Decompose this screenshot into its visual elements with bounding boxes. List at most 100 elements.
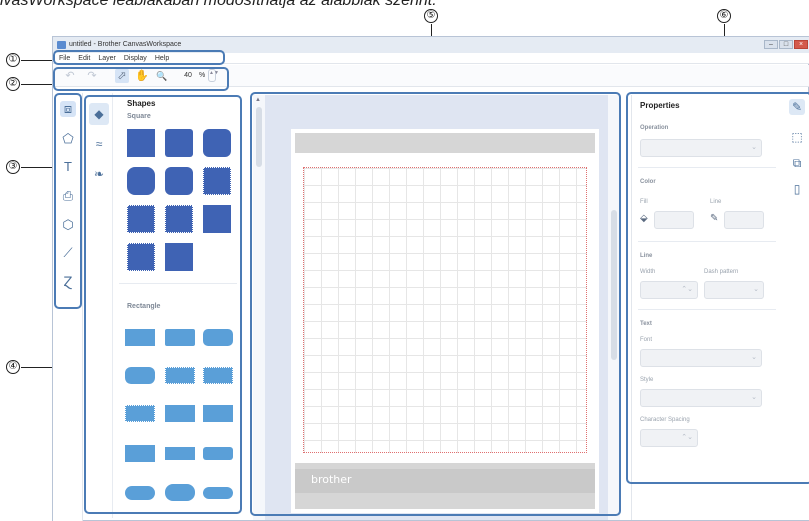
pen-icon[interactable]: ✎ xyxy=(710,213,718,224)
transform-icon[interactable]: ⬚ xyxy=(789,129,805,145)
chevron-down-icon: ⌄ xyxy=(751,144,757,151)
fill-color-field[interactable] xyxy=(654,211,694,229)
section-rectangle-label: Rectangle xyxy=(127,303,161,310)
left-scroll-thumb[interactable] xyxy=(256,107,262,167)
page-icon[interactable]: ▯ xyxy=(789,181,805,197)
mat-grid[interactable] xyxy=(303,167,587,453)
line-width-stepper[interactable]: ⌃⌄ xyxy=(640,281,698,299)
line-color-field[interactable] xyxy=(724,211,764,229)
shape-rect-8[interactable] xyxy=(165,405,195,422)
shape-rect-2[interactable] xyxy=(165,329,195,346)
shape-rect-13[interactable] xyxy=(125,486,155,500)
text-icon[interactable]: T xyxy=(60,159,76,175)
app-window: untitled - Brother CanvasWorkspace – □ ×… xyxy=(52,36,809,521)
menu-layer[interactable]: Layer xyxy=(98,53,116,63)
redo-icon[interactable]: ↷ xyxy=(85,69,99,83)
zoom-unit-label: % xyxy=(199,72,206,79)
chevron-down-icon: ⌄ xyxy=(751,394,757,401)
properties-title: Properties xyxy=(640,101,680,110)
font-label: Font xyxy=(640,337,653,343)
scroll-up-icon[interactable]: ▲ xyxy=(255,97,261,103)
zoom-stepper[interactable]: ▲▼ xyxy=(208,69,219,82)
left-scrollbar[interactable]: ▲ xyxy=(253,95,265,520)
close-button[interactable]: × xyxy=(794,40,808,49)
shape-rect-6[interactable] xyxy=(203,367,233,384)
shape-rect-9[interactable] xyxy=(203,405,233,422)
scan-icon[interactable]: ⎙ xyxy=(60,188,76,204)
section-divider xyxy=(119,283,237,284)
mat-bottom-strip: brother xyxy=(295,469,595,493)
callout-3: ③ xyxy=(6,160,20,174)
shape-rect-10[interactable] xyxy=(125,445,155,462)
shape-rect-1[interactable] xyxy=(125,329,155,346)
patterns-icon[interactable]: ❧ xyxy=(89,163,109,185)
stepper-icon: ⌃⌄ xyxy=(681,286,693,293)
select-tool-icon[interactable]: ⬀ xyxy=(115,69,129,83)
character-spacing-label: Character Spacing xyxy=(640,417,690,423)
canvas-area[interactable]: ▲ brother xyxy=(253,95,620,520)
shape-rect-11[interactable] xyxy=(165,447,195,460)
freehand-icon[interactable]: Ɀ xyxy=(60,274,76,290)
shape-rect-14[interactable] xyxy=(165,484,195,501)
menu-file[interactable]: File xyxy=(59,53,70,63)
shape-rect-12[interactable] xyxy=(203,447,233,460)
menu-help[interactable]: Help xyxy=(155,53,169,63)
character-spacing-stepper[interactable]: ⌃⌄ xyxy=(640,429,698,447)
shape-square-2[interactable] xyxy=(165,129,193,157)
shape-square-1[interactable] xyxy=(127,129,155,157)
dash-pattern-label: Dash pattern xyxy=(704,269,739,275)
minimize-button[interactable]: – xyxy=(764,40,778,49)
line-label: Line xyxy=(640,253,653,259)
shape-square-4[interactable] xyxy=(127,167,155,195)
chevron-down-icon: ⌄ xyxy=(751,354,757,361)
divider xyxy=(638,167,776,168)
color-label: Color xyxy=(640,179,656,185)
cutting-mat[interactable]: brother xyxy=(291,129,599,513)
shape-rect-3[interactable] xyxy=(203,329,233,346)
fill-bucket-icon[interactable]: ⬙ xyxy=(640,213,648,224)
brand-logo: brother xyxy=(311,473,352,486)
outline-icon[interactable]: ⬡ xyxy=(60,217,76,233)
menu-edit[interactable]: Edit xyxy=(78,53,90,63)
operation-select[interactable]: ⌄ xyxy=(640,139,762,157)
line-color-label: Line xyxy=(710,199,722,205)
shape-square-10[interactable] xyxy=(127,243,155,271)
layers-icon[interactable]: ⧉ xyxy=(789,155,805,171)
properties-icon[interactable]: ✎ xyxy=(789,99,805,115)
shape-rect-5[interactable] xyxy=(165,367,195,384)
shape-category-tabs: ◆ ≈ ❧ xyxy=(85,93,113,518)
shape-rect-15[interactable] xyxy=(203,487,233,499)
title-bar: untitled - Brother CanvasWorkspace – □ × xyxy=(53,37,809,53)
shape-rect-4[interactable] xyxy=(125,367,155,384)
callout-1-line xyxy=(21,60,55,61)
menu-bar: File Edit Layer Display Help xyxy=(53,53,809,64)
tool-sidebar: ⧈ ⬠ T ⎙ ⬡ ⟋ Ɀ xyxy=(53,93,83,521)
undo-icon[interactable]: ↶ xyxy=(63,69,77,83)
shape-square-6[interactable] xyxy=(203,167,231,195)
basic-shapes-icon[interactable]: ◆ xyxy=(89,103,109,125)
text-label: Text xyxy=(640,321,652,327)
right-scroll-thumb[interactable] xyxy=(611,210,617,360)
style-select[interactable]: ⌄ xyxy=(640,389,762,407)
zoom-tool-icon[interactable]: 🔍 xyxy=(155,69,169,83)
zoom-level-input[interactable]: 40 xyxy=(180,70,196,81)
shapes-icon[interactable]: ⬠ xyxy=(60,131,76,147)
shape-square-5[interactable] xyxy=(165,167,193,195)
select-icon[interactable]: ⧈ xyxy=(60,101,76,117)
font-select[interactable]: ⌄ xyxy=(640,349,762,367)
hand-tool-icon[interactable]: ✋ xyxy=(135,69,149,83)
shape-rect-7[interactable] xyxy=(125,405,155,422)
properties-panel: Properties Operation ⌄ Color Fill Line ⬙… xyxy=(631,95,781,520)
shape-square-3[interactable] xyxy=(203,129,231,157)
callout-6: ⑥ xyxy=(717,9,731,23)
right-scrollbar[interactable] xyxy=(608,95,620,520)
menu-display[interactable]: Display xyxy=(124,53,147,63)
dash-pattern-select[interactable]: ⌄ xyxy=(704,281,764,299)
shape-square-11[interactable] xyxy=(165,243,193,271)
borders-icon[interactable]: ≈ xyxy=(89,133,109,155)
shape-square-8[interactable] xyxy=(165,205,193,233)
shape-square-9[interactable] xyxy=(203,205,231,233)
maximize-button[interactable]: □ xyxy=(779,40,793,49)
shape-square-7[interactable] xyxy=(127,205,155,233)
line-icon[interactable]: ⟋ xyxy=(60,245,76,261)
